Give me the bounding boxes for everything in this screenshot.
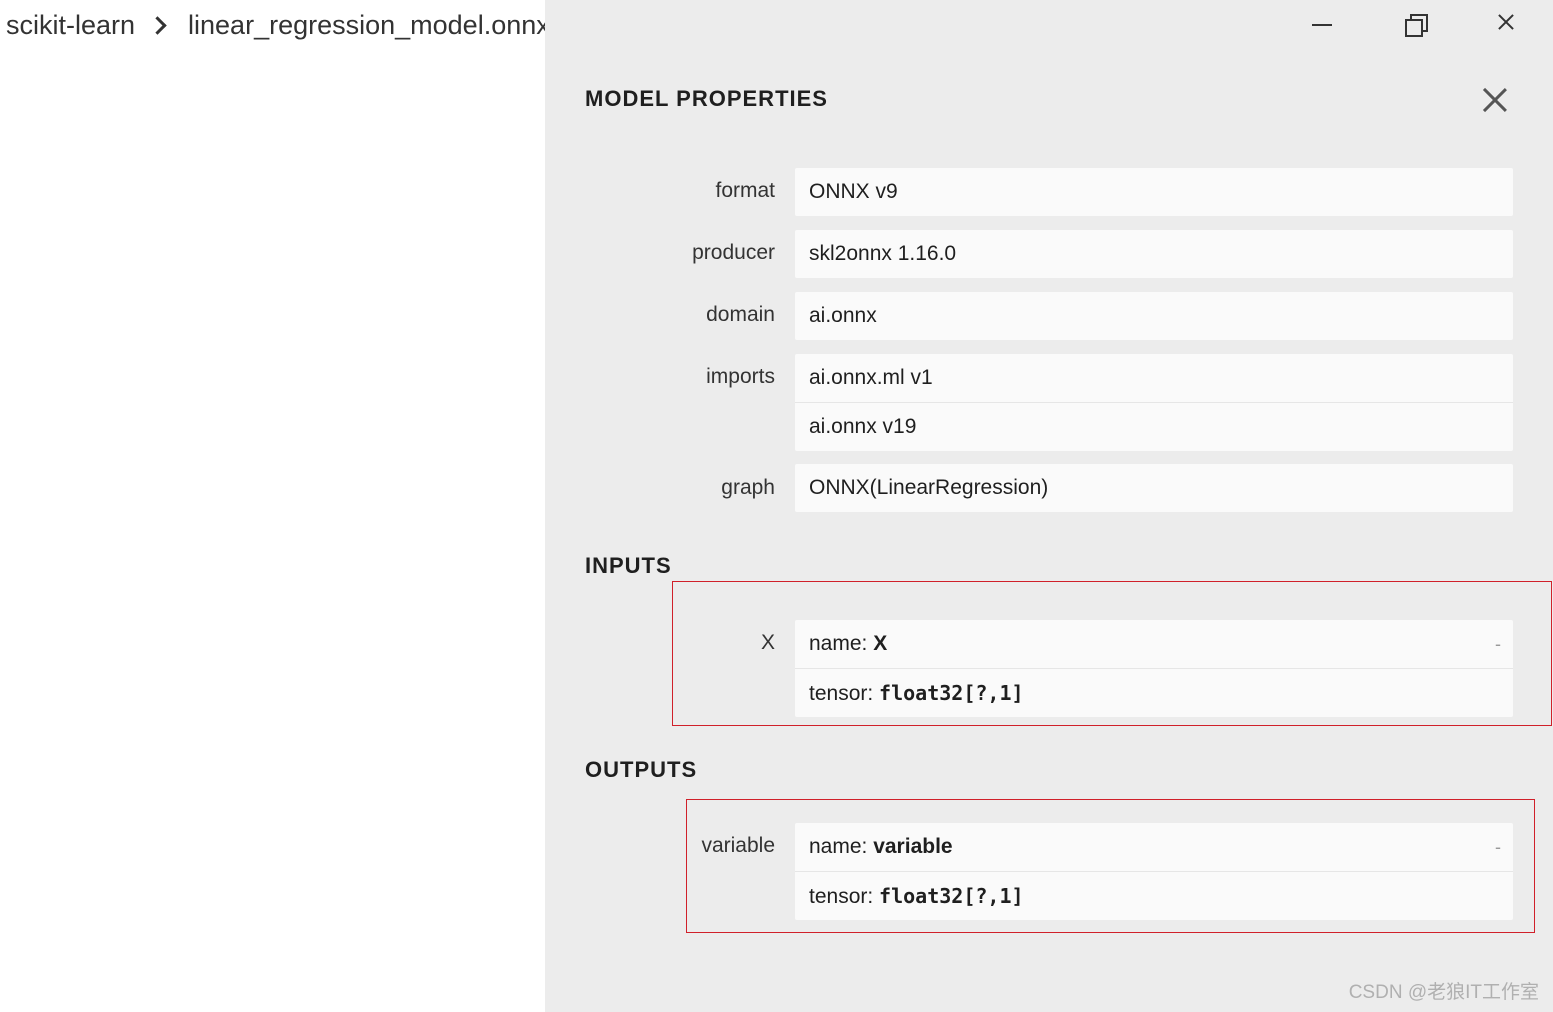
property-label-format: format: [715, 179, 775, 202]
close-panel-button[interactable]: [1483, 88, 1507, 112]
expand-button[interactable]: -: [1495, 620, 1501, 668]
close-window-button[interactable]: [1496, 12, 1516, 32]
watermark: CSDN @老狼IT工作室: [1348, 982, 1539, 1003]
property-value: ai.onnx.ml v1: [809, 366, 933, 389]
breadcrumb: scikit-learn linear_regression_model.onn…: [6, 10, 550, 41]
output-name: variable: [873, 835, 953, 858]
property-label-domain: domain: [706, 303, 775, 326]
input-x-box: name: X - tensor: float32[?,1]: [795, 620, 1513, 717]
name-prefix: name:: [809, 835, 874, 858]
restore-icon-front: [1405, 19, 1423, 37]
inputs-section-title: INPUTS: [585, 553, 672, 578]
breadcrumb-item-framework[interactable]: scikit-learn: [6, 10, 135, 41]
property-value-domain: ai.onnx: [795, 292, 1513, 340]
input-name-row: name: X -: [795, 620, 1513, 668]
input-name: X: [873, 632, 888, 655]
output-tensor-type: float32[?,1]: [879, 884, 1024, 908]
outputs-section-title: OUTPUTS: [585, 757, 698, 782]
output-variable-box: name: variable - tensor: float32[?,1]: [795, 823, 1513, 920]
property-label-imports: imports: [706, 365, 775, 388]
property-value: ai.onnx v19: [795, 402, 1513, 451]
tensor-prefix: tensor:: [809, 682, 880, 705]
property-value: ONNX v9: [809, 180, 898, 203]
property-value: ONNX(LinearRegression): [809, 476, 1049, 499]
output-tensor-row: tensor: float32[?,1]: [795, 871, 1513, 920]
restore-window-button[interactable]: [1402, 10, 1432, 40]
output-name-row: name: variable -: [795, 823, 1513, 871]
input-tensor-type: float32[?,1]: [879, 681, 1024, 705]
input-tensor-row: tensor: float32[?,1]: [795, 668, 1513, 717]
expand-button[interactable]: -: [1495, 823, 1501, 871]
model-properties-panel: MODEL PROPERTIES format ONNX v9 producer…: [545, 0, 1553, 1012]
left-pane: scikit-learn linear_regression_model.onn…: [0, 0, 550, 1012]
property-label-producer: producer: [692, 241, 775, 264]
property-value-graph[interactable]: ONNX(LinearRegression): [795, 464, 1513, 512]
property-value: skl2onnx 1.16.0: [809, 242, 957, 265]
property-value-producer: skl2onnx 1.16.0: [795, 230, 1513, 278]
output-label-variable: variable: [701, 834, 775, 857]
input-label-x: X: [760, 631, 775, 654]
property-label-graph: graph: [721, 476, 775, 499]
property-value-imports: ai.onnx.ml v1 ai.onnx v19: [795, 354, 1513, 451]
property-value: ai.onnx: [809, 304, 877, 327]
name-prefix: name:: [809, 632, 874, 655]
tensor-prefix: tensor:: [809, 885, 880, 908]
minimize-window-button[interactable]: [1310, 10, 1340, 40]
breadcrumb-item-file[interactable]: linear_regression_model.onnx: [188, 10, 550, 41]
chevron-right-icon: [148, 16, 167, 35]
property-value-format: ONNX v9: [795, 168, 1513, 216]
panel-title: MODEL PROPERTIES: [585, 86, 828, 111]
